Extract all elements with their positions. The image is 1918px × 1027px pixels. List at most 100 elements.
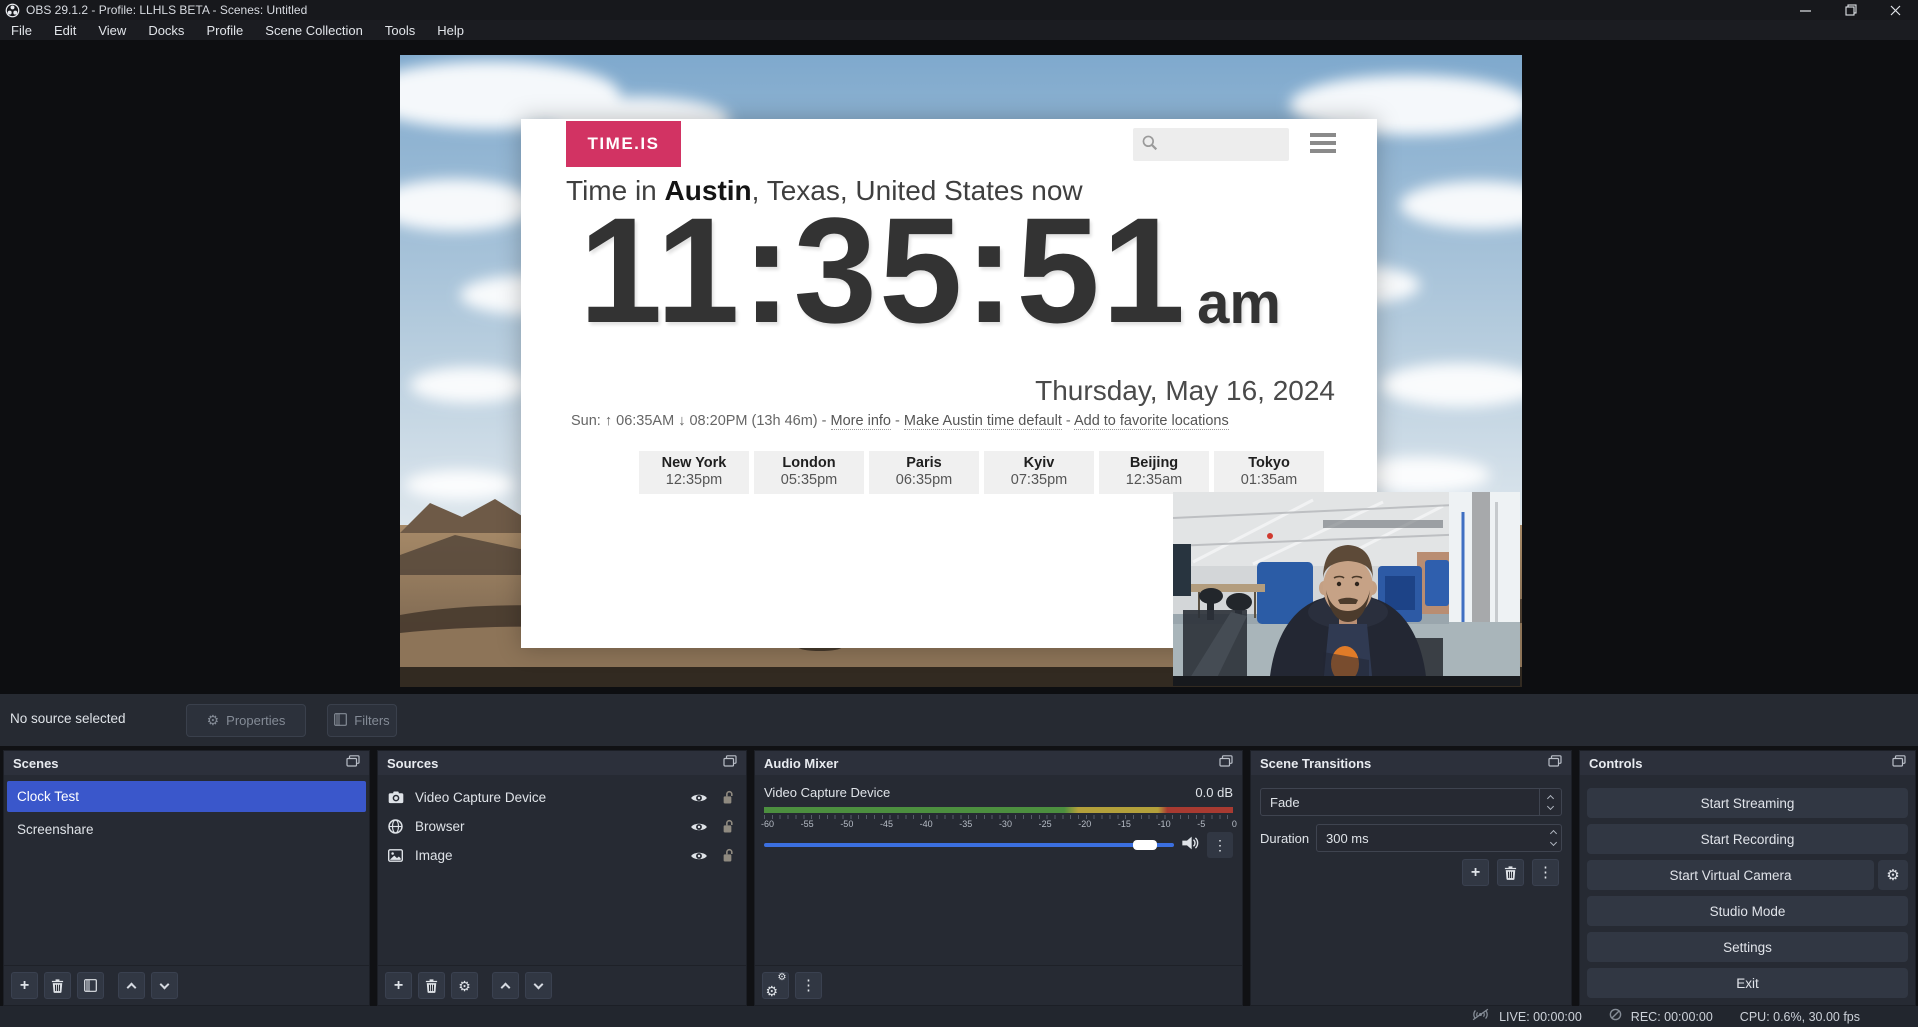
- source-item-browser[interactable]: Browser: [378, 812, 746, 841]
- start-virtual-camera-button[interactable]: Start Virtual Camera: [1587, 860, 1874, 890]
- obs-logo-icon: [5, 3, 20, 18]
- live-timecode: LIVE: 00:00:00: [1499, 1010, 1582, 1024]
- scene-filters-icon: [84, 979, 97, 992]
- source-item-video-capture[interactable]: Video Capture Device: [378, 783, 746, 812]
- menu-profile[interactable]: Profile: [195, 20, 254, 40]
- studio-mode-button[interactable]: Studio Mode: [1587, 896, 1908, 926]
- audio-mixer-panel-header[interactable]: Audio Mixer: [755, 751, 1242, 775]
- start-recording-button[interactable]: Start Recording: [1587, 824, 1908, 854]
- preview-canvas-area: TIME.IS Time in Austin, Texas, United St…: [0, 40, 1918, 694]
- camera-icon: [388, 791, 405, 804]
- volume-slider-handle[interactable]: [1133, 840, 1157, 850]
- chevron-down-icon: [160, 979, 170, 989]
- scene-transitions-panel: Scene Transitions Fade Duration 300 ms +: [1250, 750, 1572, 1006]
- dots-icon: ⋮: [1213, 837, 1227, 854]
- scene-item-clock-test[interactable]: Clock Test: [7, 781, 366, 812]
- controls-panel: Controls Start Streaming Start Recording…: [1579, 750, 1916, 1006]
- duration-field[interactable]: 300 ms: [1316, 824, 1562, 852]
- restore-button[interactable]: [1828, 0, 1873, 20]
- mixer-channel-header: Video Capture Device 0.0 dB: [755, 775, 1242, 800]
- dock-popout-icon[interactable]: [723, 754, 737, 772]
- spinner-chevrons-icon[interactable]: [1551, 825, 1556, 851]
- gear-icon: ⚙: [207, 712, 220, 729]
- properties-button[interactable]: ⚙ Properties: [186, 704, 306, 737]
- remove-source-button[interactable]: [418, 972, 445, 999]
- world-clock-beijing: Beijing12:35am: [1099, 451, 1209, 494]
- trash-icon: [1504, 866, 1517, 880]
- settings-button[interactable]: Settings: [1587, 932, 1908, 962]
- volume-slider[interactable]: [764, 843, 1174, 847]
- move-scene-up-button[interactable]: [118, 972, 145, 999]
- program-preview[interactable]: TIME.IS Time in Austin, Texas, United St…: [400, 55, 1522, 687]
- remove-scene-button[interactable]: [44, 972, 71, 999]
- menu-file[interactable]: File: [0, 20, 43, 40]
- gear-icon: ⚙: [1886, 866, 1899, 884]
- filters-icon: [334, 713, 347, 729]
- dock-popout-icon[interactable]: [1219, 754, 1233, 772]
- controls-panel-header[interactable]: Controls: [1580, 751, 1915, 775]
- dots-icon: ⋮: [801, 978, 816, 993]
- add-source-button[interactable]: +: [385, 972, 412, 999]
- close-button[interactable]: [1873, 0, 1918, 20]
- dock-popout-icon[interactable]: [1548, 754, 1562, 772]
- menu-docks[interactable]: Docks: [137, 20, 195, 40]
- world-clock-newyork: New York12:35pm: [639, 451, 749, 494]
- menu-help[interactable]: Help: [426, 20, 475, 40]
- source-item-image[interactable]: Image: [378, 841, 746, 870]
- scene-item-screenshare[interactable]: Screenshare: [7, 814, 366, 845]
- lock-icon[interactable]: [721, 819, 734, 834]
- lock-icon[interactable]: [721, 848, 734, 863]
- mixer-channel-menu-button[interactable]: ⋮: [1207, 832, 1233, 858]
- transition-menu-button[interactable]: ⋮: [1532, 859, 1559, 886]
- minimize-button[interactable]: [1783, 0, 1828, 20]
- trash-icon: [51, 979, 64, 993]
- scenes-panel-header[interactable]: Scenes: [4, 751, 369, 775]
- remove-transition-button[interactable]: [1497, 859, 1524, 886]
- visibility-eye-icon[interactable]: [690, 821, 708, 833]
- dock-popout-icon[interactable]: [346, 754, 360, 772]
- scene-list: Clock Test Screenshare: [4, 775, 369, 845]
- scene-transitions-panel-header[interactable]: Scene Transitions: [1251, 751, 1571, 775]
- sources-panel: Sources Video Capture Device: [377, 750, 747, 1006]
- scene-filters-button[interactable]: [77, 972, 104, 999]
- speaker-icon[interactable]: [1182, 836, 1199, 855]
- world-clock-kyiv: Kyiv07:35pm: [984, 451, 1094, 494]
- visibility-eye-icon[interactable]: [690, 792, 708, 804]
- add-transition-button[interactable]: +: [1462, 859, 1489, 886]
- mixer-channel-level: 0.0 dB: [1195, 785, 1233, 800]
- source-properties-button[interactable]: ⚙: [451, 972, 478, 999]
- title-bar: OBS 29.1.2 - Profile: LLHLS BETA - Scene…: [0, 0, 1918, 20]
- chevron-down-icon: [534, 979, 544, 989]
- move-source-down-button[interactable]: [525, 972, 552, 999]
- menu-bar: File Edit View Docks Profile Scene Colle…: [0, 20, 1918, 40]
- world-clock-paris: Paris06:35pm: [869, 451, 979, 494]
- move-scene-down-button[interactable]: [151, 972, 178, 999]
- menu-scene-collection[interactable]: Scene Collection: [254, 20, 374, 40]
- virtual-camera-settings-button[interactable]: ⚙: [1878, 860, 1908, 890]
- timeis-logo: TIME.IS: [566, 121, 681, 167]
- scenes-panel: Scenes Clock Test Screenshare +: [3, 750, 370, 1006]
- menu-edit[interactable]: Edit: [43, 20, 87, 40]
- menu-tools[interactable]: Tools: [374, 20, 426, 40]
- transition-select[interactable]: Fade: [1260, 788, 1562, 816]
- double-gear-icon: ⚙⚙: [766, 976, 786, 996]
- filters-button[interactable]: Filters: [327, 704, 397, 737]
- hamburger-menu-icon: [1310, 133, 1336, 157]
- volume-meter: [764, 807, 1233, 813]
- lock-icon[interactable]: [721, 790, 734, 805]
- visibility-eye-icon[interactable]: [690, 850, 708, 862]
- start-streaming-button[interactable]: Start Streaming: [1587, 788, 1908, 818]
- move-source-up-button[interactable]: [492, 972, 519, 999]
- volume-row: ⋮: [764, 835, 1233, 855]
- audio-mixer-menu-button[interactable]: ⋮: [795, 972, 822, 999]
- timeis-date: Thursday, May 16, 2024: [1035, 375, 1335, 407]
- search-icon: [1141, 134, 1158, 156]
- advanced-audio-button[interactable]: ⚙⚙: [762, 972, 789, 999]
- sources-panel-header[interactable]: Sources: [378, 751, 746, 775]
- world-clocks-row: New York12:35pm London05:35pm Paris06:35…: [639, 451, 1324, 494]
- dock-popout-icon[interactable]: [1892, 754, 1906, 772]
- add-scene-button[interactable]: +: [11, 972, 38, 999]
- meter-scale: -60-55-50-45-40-35-30-25-20-15-10-50: [761, 819, 1237, 829]
- exit-button[interactable]: Exit: [1587, 968, 1908, 998]
- menu-view[interactable]: View: [87, 20, 137, 40]
